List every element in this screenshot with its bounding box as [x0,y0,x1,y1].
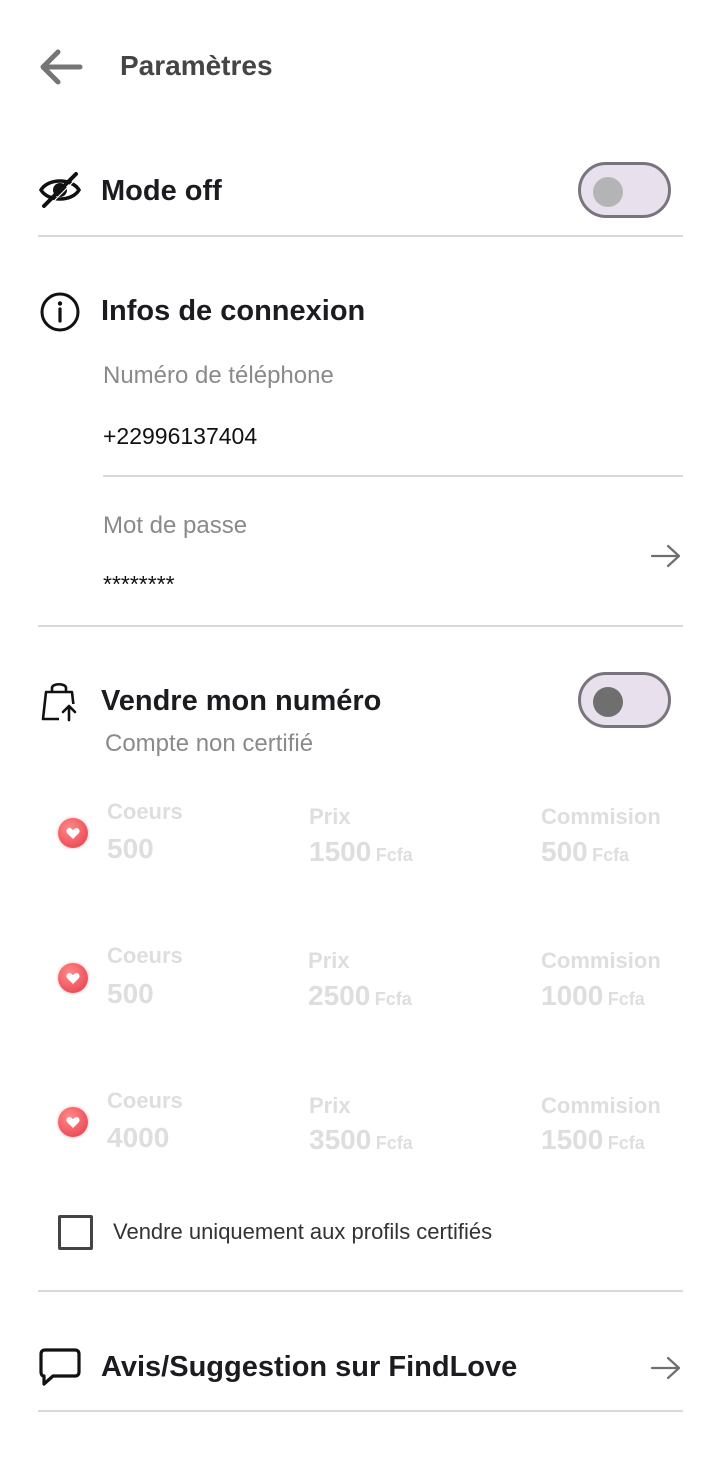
divider [103,475,683,477]
login-info-title: Infos de connexion [101,295,366,327]
price-unit: Fcfa [374,989,412,1009]
hearts-label: Coeurs [107,799,183,824]
sell-number-title: Vendre mon numéro [101,685,382,717]
price-value: 1500 Fcfa [309,836,413,868]
phone-label: Numéro de téléphone [103,362,334,389]
commission-value: 1500 Fcfa [541,1124,645,1156]
commission-unit: Fcfa [607,989,645,1009]
shopping-bag-upload-icon [41,682,79,722]
toggle-knob [593,177,623,207]
price-value: 2500 Fcfa [308,980,412,1012]
price-label: Prix [308,948,350,973]
commission-unit: Fcfa [607,1133,645,1153]
page-title: Paramètres [120,50,273,81]
hearts-label: Coeurs [107,943,183,968]
price-value: 3500 Fcfa [309,1124,413,1156]
hearts-value: 4000 [107,1122,170,1153]
heart-icon [58,818,88,848]
chat-bubble-icon [39,1348,81,1386]
sell-number-toggle[interactable] [578,672,671,728]
price-amount: 3500 [309,1124,372,1155]
commission-value: 1000 Fcfa [541,980,645,1012]
mode-off-title: Mode off [101,175,222,207]
mode-off-toggle[interactable] [578,162,671,218]
password-label: Mot de passe [103,512,248,539]
password-value: ******** [103,571,175,597]
info-icon [40,292,80,332]
back-button[interactable] [36,46,86,88]
price-label: Prix [309,804,351,829]
divider [38,625,683,627]
phone-value[interactable]: +22996137404 [103,421,257,451]
heart-icon [58,963,88,993]
price-unit: Fcfa [375,1133,413,1153]
certified-only-label[interactable]: Vendre uniquement aux profils certifiés [113,1218,492,1246]
price-amount: 2500 [308,980,371,1011]
commission-label: Commision [541,948,661,973]
divider [38,235,683,237]
commission-amount: 500 [541,836,588,867]
price-unit: Fcfa [375,845,413,865]
eye-off-icon [38,172,82,209]
hearts-value: 500 [107,978,154,1009]
price-label: Prix [309,1093,351,1118]
divider [38,1410,683,1412]
arrow-right-icon[interactable] [650,543,682,569]
commission-amount: 1500 [541,1124,604,1155]
feedback-title: Avis/Suggestion sur FindLove [101,1351,518,1383]
hearts-label: Coeurs [107,1088,183,1113]
price-amount: 1500 [309,836,372,867]
certified-only-checkbox[interactable] [58,1215,93,1250]
commission-label: Commision [541,804,661,829]
heart-icon [58,1107,88,1137]
toggle-knob [593,687,623,717]
commission-unit: Fcfa [592,845,630,865]
commission-amount: 1000 [541,980,604,1011]
arrow-right-icon[interactable] [650,1355,682,1381]
hearts-value: 500 [107,833,154,864]
sell-number-subtitle: Compte non certifié [105,730,314,757]
commission-value: 500 Fcfa [541,836,629,868]
arrow-left-icon [40,49,83,85]
divider [38,1290,683,1292]
commission-label: Commision [541,1093,661,1118]
